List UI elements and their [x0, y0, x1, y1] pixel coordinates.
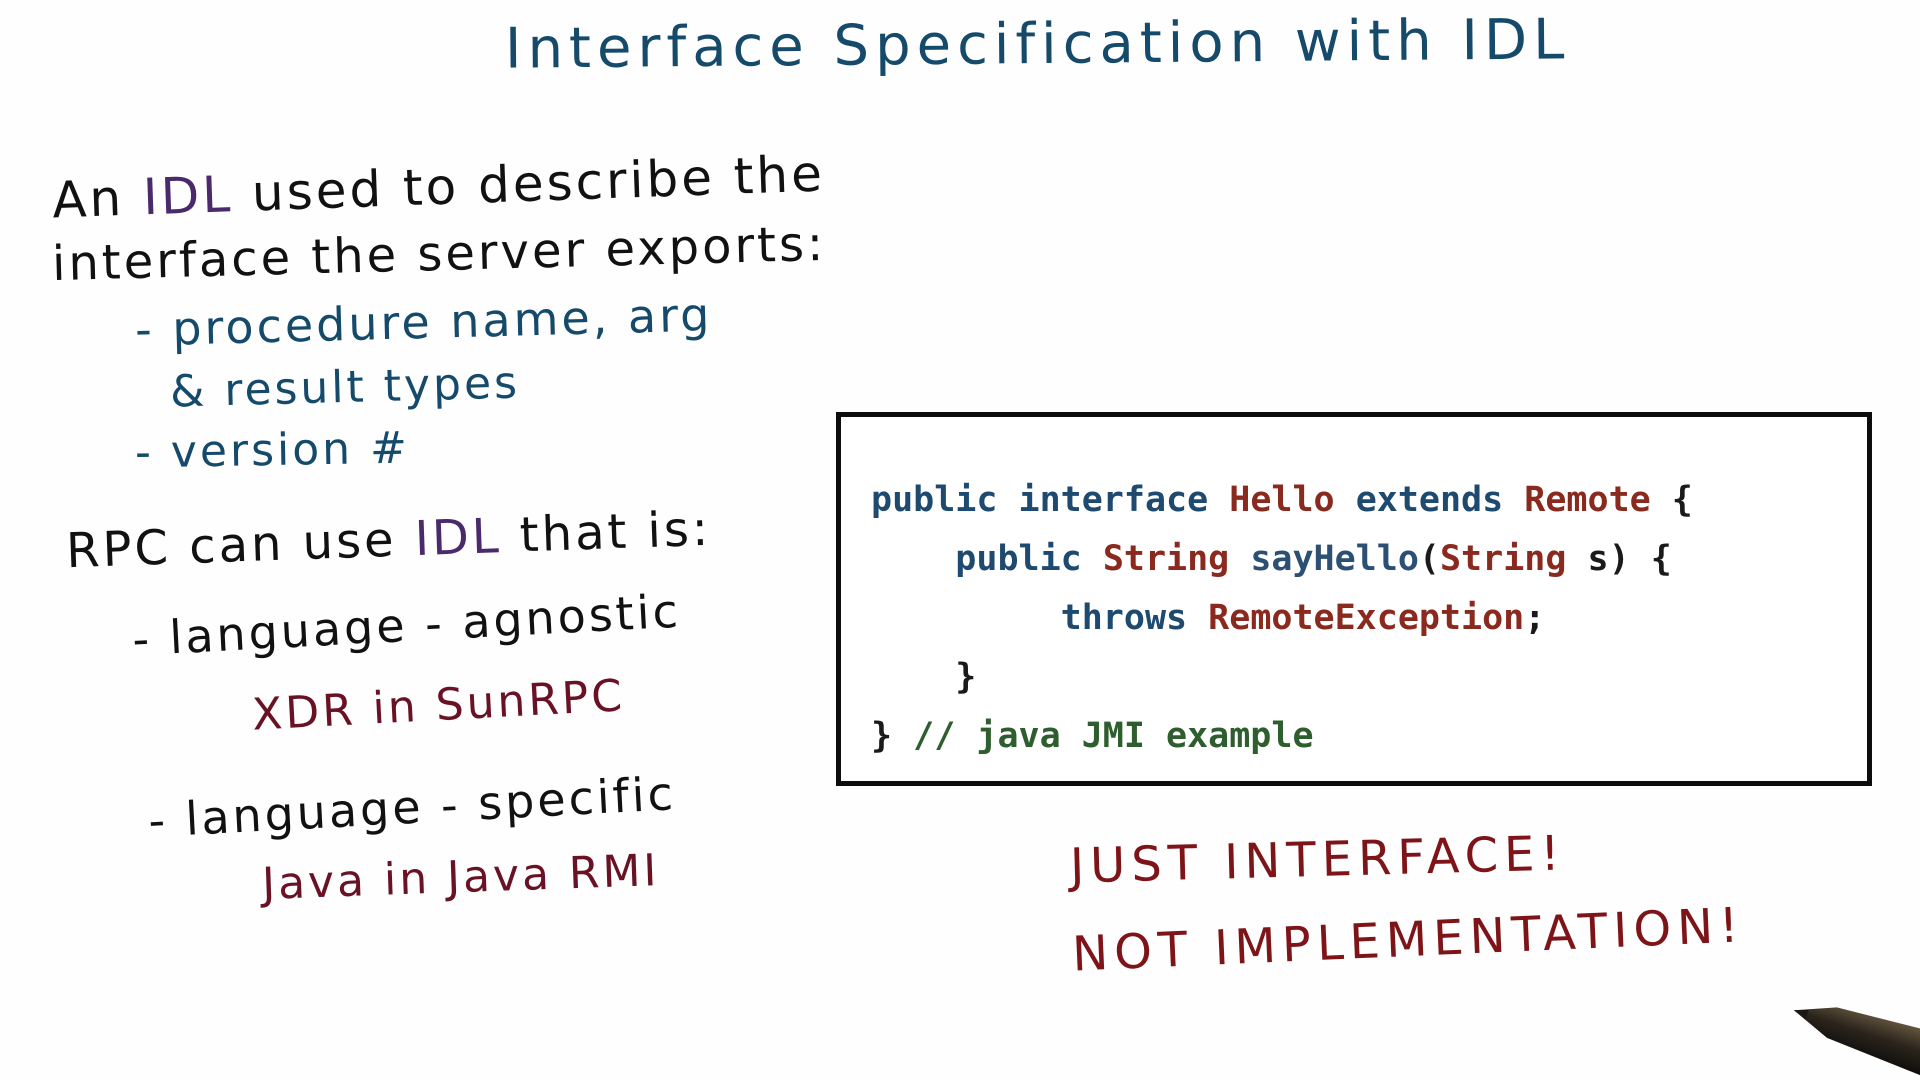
- note-line-2: interface the server exports:: [51, 215, 827, 293]
- note-not-implementation: NOT IMPLEMENTATION!: [1071, 897, 1746, 983]
- pen-icon: [1793, 1007, 1920, 1080]
- note-text-describe: used to describe the: [250, 144, 826, 223]
- note-line-1: An IDL used to describe the: [51, 145, 826, 230]
- code-block: public interface Hello extends Remote { …: [871, 471, 1693, 766]
- slide-title: Interface Specification with IDL: [504, 7, 1571, 82]
- note-text-idl-2: IDL: [413, 508, 503, 568]
- code-line-2: public String sayHello(String s) {: [955, 539, 1672, 579]
- note-line-5: - version #: [134, 422, 411, 479]
- code-line-1: public interface Hello extends Remote {: [871, 480, 1693, 520]
- code-line-4: }: [955, 657, 977, 697]
- code-line-3: throws RemoteException;: [1060, 598, 1546, 638]
- note-text-an: An: [51, 168, 126, 230]
- note-line-3: - procedure name, arg: [134, 287, 714, 357]
- note-line-8: XDR in SunRPC: [250, 670, 627, 741]
- note-just-interface: JUST INTERFACE!: [1069, 825, 1567, 895]
- whiteboard-slide: Interface Specification with IDL An IDL …: [0, 0, 1920, 1080]
- note-line-4: & result types: [169, 357, 521, 418]
- note-text-rpc: RPC can use: [65, 511, 398, 580]
- note-text-idl: IDL: [141, 165, 235, 227]
- code-example-box: public interface Hello extends Remote { …: [836, 412, 1872, 786]
- note-line-7: - language - agnostic: [130, 583, 683, 667]
- note-line-6: RPC can use IDL that is:: [65, 501, 712, 579]
- note-line-10: Java in Java RMI: [261, 845, 661, 910]
- code-line-5: } // java JMI example: [871, 716, 1314, 756]
- note-line-9: - language - specific: [146, 766, 678, 848]
- note-text-that-is: that is:: [518, 500, 712, 564]
